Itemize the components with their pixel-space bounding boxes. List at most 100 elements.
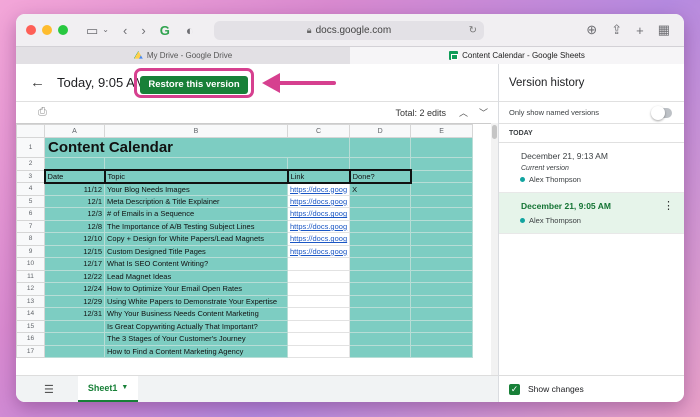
cell[interactable] bbox=[286, 157, 351, 171]
cell[interactable] bbox=[410, 257, 474, 271]
date-cell[interactable]: 12/15 bbox=[44, 244, 105, 258]
close-window-button[interactable] bbox=[26, 25, 36, 35]
all-sheets-menu-icon[interactable]: ☰ bbox=[44, 383, 54, 396]
topic-cell[interactable]: Your Blog Needs Images bbox=[104, 182, 288, 196]
row-header[interactable]: 3 bbox=[16, 169, 45, 183]
cell[interactable] bbox=[410, 307, 474, 321]
date-cell[interactable]: 11/12 bbox=[44, 182, 105, 196]
chevron-down-icon[interactable]: ⌄ bbox=[102, 26, 109, 34]
topic-cell[interactable]: Custom Designed Title Pages bbox=[104, 244, 288, 258]
grammarly-extension-icon[interactable]: G bbox=[160, 24, 170, 37]
date-cell[interactable]: 12/24 bbox=[44, 282, 105, 296]
caret-down-icon[interactable]: ▼ bbox=[121, 384, 128, 391]
version-item-selected[interactable]: December 21, 9:05 AM Alex Thompson ⋮ bbox=[499, 193, 684, 234]
topic-cell[interactable]: Lead Magnet Ideas bbox=[104, 269, 288, 283]
done-cell[interactable]: X bbox=[349, 182, 412, 196]
topic-cell[interactable]: Using White Papers to Demonstrate Your E… bbox=[104, 294, 288, 308]
topic-cell[interactable]: The Importance of A/B Testing Subject Li… bbox=[104, 219, 288, 233]
link-cell[interactable] bbox=[286, 307, 351, 321]
link-cell[interactable]: https://docs.goog bbox=[286, 244, 351, 258]
show-changes-checkbox[interactable]: ✓ bbox=[509, 383, 520, 395]
link-cell[interactable]: https://docs.goog bbox=[286, 182, 351, 196]
cell[interactable] bbox=[410, 294, 474, 308]
cell[interactable] bbox=[410, 169, 474, 183]
date-cell[interactable]: 12/1 bbox=[44, 194, 105, 208]
row-header[interactable]: 8 bbox=[16, 232, 45, 246]
cell[interactable] bbox=[410, 182, 474, 196]
row-header[interactable]: 9 bbox=[16, 244, 45, 258]
header-cell-link[interactable]: Link bbox=[286, 169, 351, 184]
done-cell[interactable] bbox=[349, 294, 412, 308]
done-cell[interactable] bbox=[349, 232, 412, 246]
link-cell[interactable] bbox=[286, 257, 351, 271]
row-header[interactable]: 5 bbox=[16, 194, 45, 208]
cell[interactable] bbox=[44, 157, 105, 171]
date-cell[interactable]: 12/17 bbox=[44, 257, 105, 271]
cell[interactable] bbox=[410, 244, 474, 258]
reload-icon[interactable]: ↻ bbox=[469, 25, 477, 36]
next-edit-icon[interactable]: ﹀ bbox=[479, 106, 488, 119]
cell[interactable] bbox=[410, 219, 474, 233]
cell[interactable] bbox=[410, 137, 474, 158]
topic-cell[interactable]: Meta Description & Title Explainer bbox=[104, 194, 288, 208]
row-header[interactable]: 4 bbox=[16, 182, 45, 196]
cell[interactable] bbox=[410, 332, 474, 346]
row-header[interactable]: 14 bbox=[16, 307, 45, 321]
done-cell[interactable] bbox=[349, 207, 412, 221]
tab-overview-icon[interactable]: ▦ bbox=[658, 22, 670, 38]
done-cell[interactable] bbox=[349, 194, 412, 208]
version-item-current[interactable]: December 21, 9:13 AM Current version Ale… bbox=[499, 143, 684, 193]
vertical-scrollbar[interactable] bbox=[491, 123, 498, 375]
date-cell[interactable] bbox=[44, 319, 105, 333]
zoom-window-button[interactable] bbox=[58, 25, 68, 35]
minimize-window-button[interactable] bbox=[42, 25, 52, 35]
link-cell[interactable] bbox=[286, 294, 351, 308]
done-cell[interactable] bbox=[349, 219, 412, 233]
cell[interactable] bbox=[104, 157, 288, 171]
named-versions-toggle[interactable] bbox=[651, 106, 672, 120]
row-header[interactable]: 6 bbox=[16, 207, 45, 221]
row-header[interactable]: 2 bbox=[16, 157, 45, 171]
cell[interactable] bbox=[410, 269, 474, 283]
select-all-corner[interactable] bbox=[16, 124, 45, 138]
done-cell[interactable] bbox=[349, 332, 412, 346]
column-header[interactable]: D bbox=[349, 124, 412, 138]
row-header[interactable]: 7 bbox=[16, 219, 45, 233]
topic-cell[interactable]: Is Great Copywriting Actually That Impor… bbox=[104, 319, 288, 333]
column-header[interactable]: B bbox=[104, 124, 288, 138]
column-header[interactable]: A bbox=[44, 124, 105, 138]
date-cell[interactable] bbox=[44, 332, 105, 346]
sheet-title-cell[interactable]: Content Calendar bbox=[43, 137, 351, 158]
date-cell[interactable]: 12/10 bbox=[44, 232, 105, 246]
topic-cell[interactable]: How to Find a Content Marketing Agency bbox=[104, 344, 288, 358]
header-cell-date[interactable]: Date bbox=[43, 169, 106, 184]
row-header[interactable]: 10 bbox=[16, 257, 45, 271]
column-header[interactable]: C bbox=[286, 124, 351, 138]
link-cell[interactable]: https://docs.goog bbox=[286, 219, 351, 233]
share-icon[interactable]: ⇪ bbox=[611, 22, 622, 38]
link-cell[interactable] bbox=[286, 282, 351, 296]
date-cell[interactable] bbox=[44, 344, 105, 358]
done-cell[interactable] bbox=[349, 244, 412, 258]
download-icon[interactable]: ⊕ bbox=[586, 22, 597, 38]
topic-cell[interactable]: How to Optimize Your Email Open Rates bbox=[104, 282, 288, 296]
cell[interactable] bbox=[410, 232, 474, 246]
print-icon[interactable]: ⎙ bbox=[38, 106, 47, 119]
row-header[interactable]: 16 bbox=[16, 332, 45, 346]
topic-cell[interactable]: Why Your Business Needs Content Marketin… bbox=[104, 307, 288, 321]
header-cell-done[interactable]: Done? bbox=[348, 169, 412, 184]
cell[interactable] bbox=[410, 207, 474, 221]
forward-icon[interactable]: › bbox=[141, 24, 145, 37]
tab-content-calendar[interactable]: Content Calendar - Google Sheets bbox=[350, 47, 684, 64]
sidebar-icon[interactable]: ▭ bbox=[86, 24, 98, 37]
done-cell[interactable] bbox=[349, 282, 412, 296]
link-cell[interactable] bbox=[286, 344, 351, 358]
row-header[interactable]: 11 bbox=[16, 269, 45, 283]
done-cell[interactable] bbox=[349, 307, 412, 321]
done-cell[interactable] bbox=[349, 319, 412, 333]
cell[interactable] bbox=[349, 157, 412, 171]
shield-icon[interactable]: ◐ bbox=[186, 24, 194, 37]
restore-version-button[interactable]: Restore this version bbox=[140, 75, 248, 94]
row-header[interactable]: 12 bbox=[16, 282, 45, 296]
link-cell[interactable] bbox=[286, 269, 351, 283]
